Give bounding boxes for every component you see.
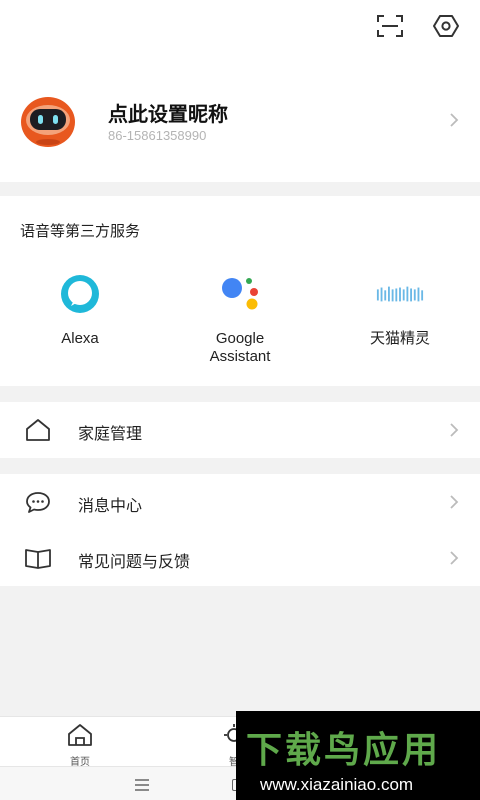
watermark-title: 下载鸟应用 [246, 730, 442, 771]
topbar-icons [376, 12, 460, 40]
chevron-right-icon [450, 495, 459, 509]
chat-bubble-icon [26, 492, 50, 513]
book-icon [25, 549, 51, 569]
nav-home[interactable]: 首页 [50, 723, 110, 768]
phone-number: 86-15861358990 [108, 128, 207, 143]
avatar[interactable] [20, 92, 76, 148]
house-icon [26, 419, 50, 441]
more-options-card: 消息中心 常见问题与反馈 [0, 474, 480, 586]
home-nav-icon [68, 724, 92, 746]
nickname[interactable]: 点此设置昵称 [108, 98, 228, 127]
watermark-url: www.xiazainiao.com [260, 775, 414, 794]
chevron-right-icon [450, 113, 459, 127]
third-party-services-card: 语音等第三方服务 Alexa Google Assistant 天猫精灵 [0, 196, 480, 386]
menu-item-message-center[interactable]: 消息中心 [0, 474, 480, 530]
service-google-assistant[interactable]: Google Assistant [160, 272, 320, 366]
settings-hex-icon[interactable] [432, 12, 460, 40]
section-title: 语音等第三方服务 [20, 222, 141, 240]
google-assistant-icon [216, 272, 264, 316]
profile-row[interactable]: 点此设置昵称 86-15861358990 [0, 82, 480, 162]
menu-item-home-management[interactable]: 家庭管理 [0, 402, 480, 458]
tmall-genie-icon [376, 272, 424, 316]
service-label: 天猫精灵 [369, 330, 430, 347]
chevron-right-icon [450, 551, 459, 565]
menu-icon[interactable] [134, 779, 150, 791]
service-tmall-genie[interactable]: 天猫精灵 [320, 272, 480, 348]
menu-item-label: 家庭管理 [78, 424, 143, 443]
menu-item-label: 消息中心 [78, 496, 143, 515]
chevron-right-icon [450, 423, 459, 437]
home-management-card: 家庭管理 [0, 402, 480, 458]
menu-item-label: 常见问题与反馈 [78, 552, 191, 571]
scan-icon[interactable] [376, 12, 404, 40]
service-label: Google Assistant [209, 330, 271, 365]
watermark: 下载鸟应用 www.xiazainiao.com [236, 711, 480, 800]
profile-header: 点此设置昵称 86-15861358990 [0, 0, 480, 182]
menu-item-faq-feedback[interactable]: 常见问题与反馈 [0, 530, 480, 586]
service-alexa[interactable]: Alexa [0, 272, 160, 348]
alexa-icon [56, 272, 104, 316]
service-label: Alexa [61, 330, 99, 347]
